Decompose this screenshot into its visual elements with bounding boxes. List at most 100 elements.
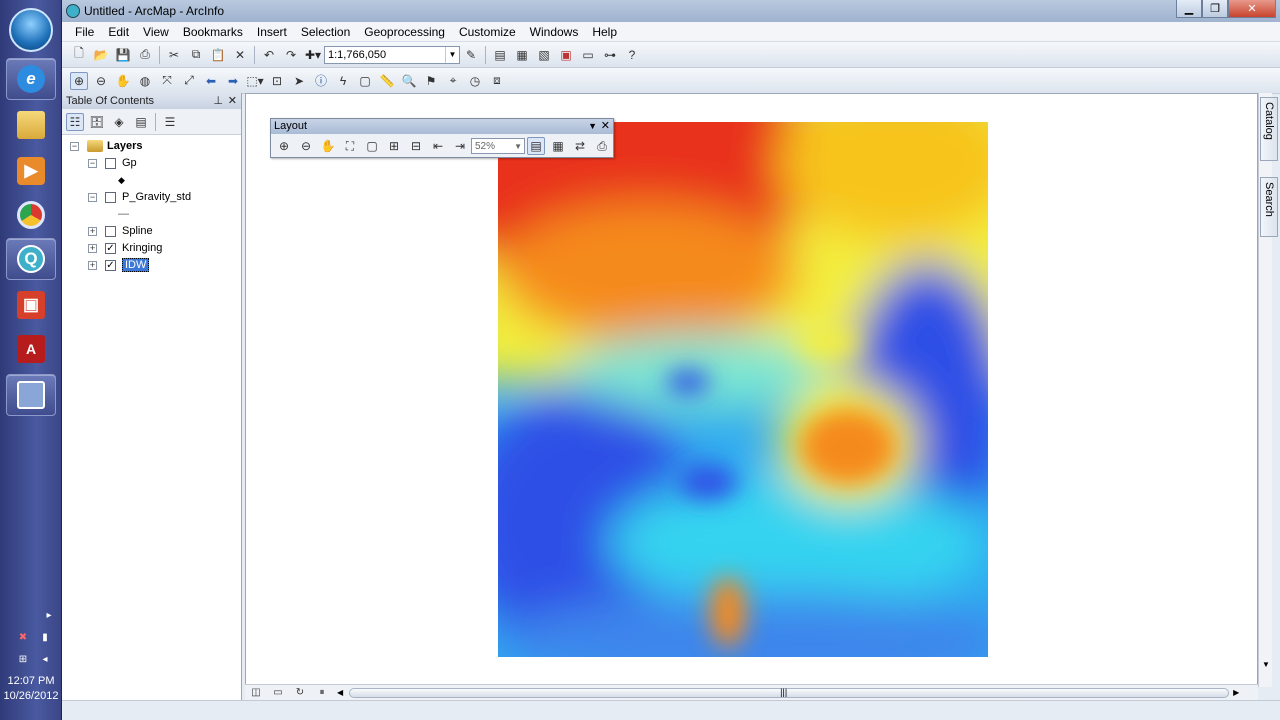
network-icon[interactable]: ⊞ (16, 654, 30, 666)
close-button[interactable]: ✕ (1228, 0, 1276, 18)
html-popup-icon[interactable]: ▢ (356, 72, 374, 90)
scroll-down-icon[interactable]: ▼ (1262, 660, 1270, 669)
restore-button[interactable]: ❐ (1202, 0, 1228, 18)
layer-spline[interactable]: + Spline (88, 223, 153, 239)
model-builder-icon[interactable]: ⊶ (601, 46, 619, 64)
fixed-zoom-out-icon[interactable]: ⤢ (180, 72, 198, 90)
menu-file[interactable]: File (68, 25, 101, 39)
forward-extent-icon[interactable]: ➡ (224, 72, 242, 90)
next-extent-icon[interactable]: ⇥ (451, 137, 469, 155)
toc-options-icon[interactable]: ☰ (161, 113, 179, 131)
layers-dataframe[interactable]: − Layers (70, 138, 142, 154)
layer-visibility-checkbox[interactable]: ✓ (105, 242, 116, 254)
whats-this-icon[interactable]: ? (623, 46, 641, 64)
zoom-in-icon[interactable]: ⊕ (70, 71, 88, 90)
map-scale-combo[interactable]: 1:1,766,050 ▼ (324, 45, 460, 64)
find-icon[interactable]: 🔍 (400, 72, 418, 90)
start-button[interactable] (9, 8, 53, 52)
collapse-icon[interactable]: − (88, 158, 97, 168)
previous-extent-icon[interactable]: ⇤ (429, 137, 447, 155)
menu-view[interactable]: View (136, 25, 176, 39)
map-data-view[interactable] (245, 93, 1258, 687)
menu-customize[interactable]: Customize (452, 25, 523, 39)
menu-geoprocessing[interactable]: Geoprocessing (357, 25, 452, 39)
pause-drawing-icon[interactable]: ⏸ (313, 684, 331, 702)
add-data-icon[interactable]: ✚▾ (304, 46, 322, 64)
menu-selection[interactable]: Selection (294, 25, 357, 39)
layer-visibility-checkbox[interactable] (105, 191, 116, 203)
measure-icon[interactable]: 📏 (378, 72, 396, 90)
layout-zoom-in-icon[interactable]: ⊕ (275, 137, 293, 155)
expand-icon[interactable]: + (88, 226, 97, 236)
collapse-icon[interactable]: − (70, 141, 79, 151)
refresh-icon[interactable]: ↻ (291, 684, 309, 702)
layer-p-gravity-std[interactable]: − P_Gravity_std (88, 189, 191, 205)
redo-icon[interactable]: ↷ (282, 46, 300, 64)
fixed-zoom-in-icon[interactable]: ⤧ (158, 72, 176, 90)
list-by-drawing-order-icon[interactable]: ☷ (66, 112, 84, 131)
select-elements-icon[interactable]: ➤ (290, 72, 308, 90)
go-to-xy-icon[interactable]: ⌖ (444, 72, 462, 90)
catalog-side-tab[interactable]: Catalog (1260, 97, 1278, 161)
layout-view-icon[interactable]: ◫ (247, 684, 265, 702)
python-window-icon[interactable]: ▭ (579, 46, 597, 64)
change-layout-icon[interactable]: ⇄ (571, 137, 589, 155)
editor-toolbar-icon[interactable]: ✎ (462, 46, 480, 64)
undo-icon[interactable]: ↶ (260, 46, 278, 64)
volume-icon[interactable]: ◂ (38, 654, 52, 666)
minimize-button[interactable]: ▁ (1176, 0, 1202, 18)
back-extent-icon[interactable]: ⬅ (202, 72, 220, 90)
copy-icon[interactable]: ⧉ (187, 46, 205, 64)
cut-icon[interactable]: ✂ (165, 46, 183, 64)
paste-icon[interactable]: 📋 (209, 46, 227, 64)
taskbar-media-button[interactable]: ▶ (6, 150, 56, 192)
scroll-right-icon[interactable]: ▶ (1233, 688, 1239, 697)
clear-selection-icon[interactable]: ⊡ (268, 72, 286, 90)
layer-idw[interactable]: + ✓ IDW (88, 257, 150, 273)
focus-data-frame-icon[interactable]: ▦ (549, 137, 567, 155)
fixed-zoom-in-icon[interactable]: ⊞ (385, 137, 403, 155)
layer-gp[interactable]: − Gp (88, 155, 137, 171)
menu-windows[interactable]: Windows (523, 25, 586, 39)
layout-zoom-combo[interactable]: 52% ▼ (471, 138, 525, 154)
chevron-down-icon[interactable]: ▼ (588, 119, 597, 134)
full-extent-icon[interactable]: ◍ (136, 72, 154, 90)
layout-pan-icon[interactable]: ✋ (319, 137, 337, 155)
show-hidden-icons-icon[interactable]: ▸ (42, 610, 56, 622)
select-features-icon[interactable]: ⬚▾ (246, 72, 264, 90)
list-by-selection-icon[interactable]: ▤ (132, 113, 150, 131)
viewer-window-icon[interactable]: ⧈ (488, 72, 506, 90)
data-driven-pages-icon[interactable]: ⎙ (593, 137, 611, 155)
zoom-whole-page-icon[interactable]: ⛶ (341, 137, 359, 155)
menu-insert[interactable]: Insert (250, 25, 294, 39)
menu-edit[interactable]: Edit (101, 25, 136, 39)
expand-icon[interactable]: + (88, 243, 97, 253)
open-folder-icon[interactable]: 📂 (92, 46, 110, 64)
network-error-icon[interactable]: ✖ (16, 632, 30, 644)
layer-visibility-checkbox[interactable] (105, 225, 116, 237)
delete-icon[interactable]: ✕ (231, 46, 249, 64)
battery-icon[interactable]: ▮ (38, 632, 52, 644)
layout-toolbar-header[interactable]: Layout ▼ ✕ (271, 119, 613, 134)
zoom-100-percent-icon[interactable]: ▢ (363, 137, 381, 155)
taskbar-explorer-button[interactable] (6, 104, 56, 146)
layer-visibility-checkbox[interactable]: ✓ (105, 259, 116, 271)
collapse-icon[interactable]: − (88, 192, 97, 202)
taskbar-chrome-button[interactable] (6, 194, 56, 236)
pan-icon[interactable]: ✋ (114, 72, 132, 90)
search-window-icon[interactable]: ▧ (535, 46, 553, 64)
layout-zoom-out-icon[interactable]: ⊖ (297, 137, 315, 155)
time-slider-icon[interactable]: ◷ (466, 72, 484, 90)
taskbar-ie-button[interactable]: e (6, 58, 56, 100)
taskbar-presentation-button[interactable]: ▣ (6, 284, 56, 326)
close-icon[interactable]: ✕ (601, 119, 610, 134)
find-route-icon[interactable]: ⚑ (422, 72, 440, 90)
search-side-tab[interactable]: Search (1260, 177, 1278, 237)
zoom-out-icon[interactable]: ⊖ (92, 72, 110, 90)
taskbar-app-button[interactable] (6, 374, 56, 416)
layer-kringing[interactable]: + ✓ Kringing (88, 240, 162, 256)
expand-icon[interactable]: + (88, 260, 97, 270)
data-view-icon[interactable]: ▭ (269, 684, 287, 702)
print-icon[interactable]: ⎙ (136, 46, 154, 64)
pin-icon[interactable]: ⊥ (213, 93, 223, 109)
